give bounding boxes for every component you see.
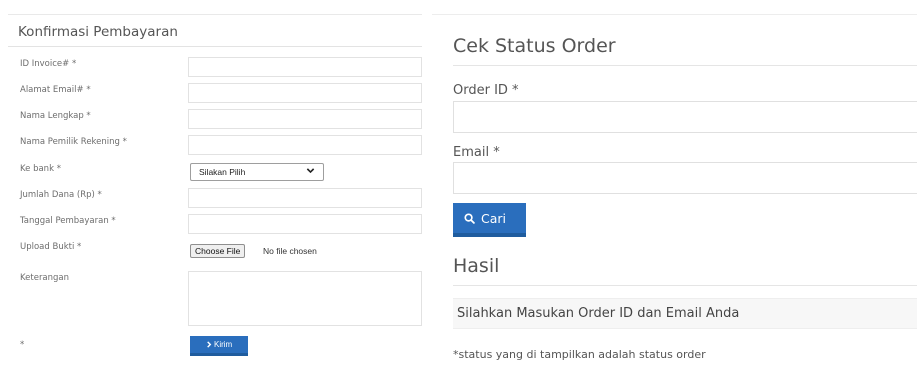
upload-row: Upload Bukti * Choose File No file chose…	[8, 240, 422, 265]
bank-label: Ke bank *	[20, 164, 61, 174]
email-label: Alamat Email# *	[20, 85, 91, 95]
account-owner-label: Nama Pemilik Rekening *	[20, 137, 127, 147]
status-footnote: *status yang di tampilkan adalah status …	[453, 348, 706, 361]
search-label: Cari	[480, 211, 506, 226]
choose-file-button[interactable]: Choose File	[190, 244, 246, 258]
required-marker: *	[20, 340, 25, 350]
divider	[8, 46, 422, 47]
payment-date-input[interactable]	[188, 214, 422, 234]
payment-confirmation-panel: Konfirmasi Pembayaran ID Invoice# * Alam…	[8, 14, 422, 365]
file-status-text: No file chosen	[263, 246, 317, 256]
payment-form-title: Konfirmasi Pembayaran	[18, 24, 178, 40]
bank-select-value: Silakan Pilih	[199, 167, 246, 177]
submit-row: * Kirim	[8, 336, 422, 361]
amount-row: Jumlah Dana (Rp) *	[8, 188, 422, 213]
email-row: Alamat Email# *	[8, 83, 422, 108]
search-icon	[464, 212, 475, 224]
submit-button[interactable]: Kirim	[190, 336, 248, 356]
upload-label: Upload Bukti *	[20, 242, 82, 252]
payment-date-row: Tanggal Pembayaran *	[8, 214, 422, 239]
result-title: Hasil	[453, 255, 500, 277]
notes-label: Keterangan	[20, 273, 70, 283]
result-message: Silahkan Masukan Order ID dan Email Anda	[457, 306, 740, 321]
amount-input[interactable]	[188, 188, 422, 208]
chevron-right-icon	[206, 340, 214, 349]
divider	[453, 285, 917, 286]
full-name-row: Nama Lengkap *	[8, 109, 422, 134]
account-owner-row: Nama Pemilik Rekening *	[8, 135, 422, 160]
bank-row: Ke bank * Silakan Pilih	[8, 162, 422, 187]
bank-select[interactable]: Silakan Pilih	[190, 163, 324, 181]
invoice-id-row: ID Invoice# *	[8, 57, 422, 82]
order-status-title: Cek Status Order	[453, 35, 616, 57]
order-id-input[interactable]	[453, 101, 917, 133]
email-input[interactable]	[188, 83, 422, 103]
order-status-panel: Cek Status Order Order ID * Email * Cari…	[432, 14, 917, 365]
search-button[interactable]: Cari	[453, 203, 526, 237]
account-owner-input[interactable]	[188, 135, 422, 155]
full-name-label: Nama Lengkap *	[20, 111, 91, 121]
invoice-id-input[interactable]	[188, 57, 422, 77]
payment-date-label: Tanggal Pembayaran *	[20, 216, 116, 226]
result-box: Silahkan Masukan Order ID dan Email Anda	[453, 298, 917, 329]
email-label: Email *	[453, 145, 500, 160]
amount-label: Jumlah Dana (Rp) *	[20, 190, 102, 200]
full-name-input[interactable]	[188, 109, 422, 129]
divider	[453, 65, 917, 66]
notes-textarea[interactable]	[188, 271, 422, 326]
invoice-id-label: ID Invoice# *	[20, 59, 77, 69]
submit-label: Kirim	[214, 340, 233, 349]
email-input[interactable]	[453, 162, 917, 194]
notes-row: Keterangan	[8, 271, 422, 329]
chevron-down-icon	[306, 166, 315, 177]
order-id-label: Order ID *	[453, 83, 519, 98]
